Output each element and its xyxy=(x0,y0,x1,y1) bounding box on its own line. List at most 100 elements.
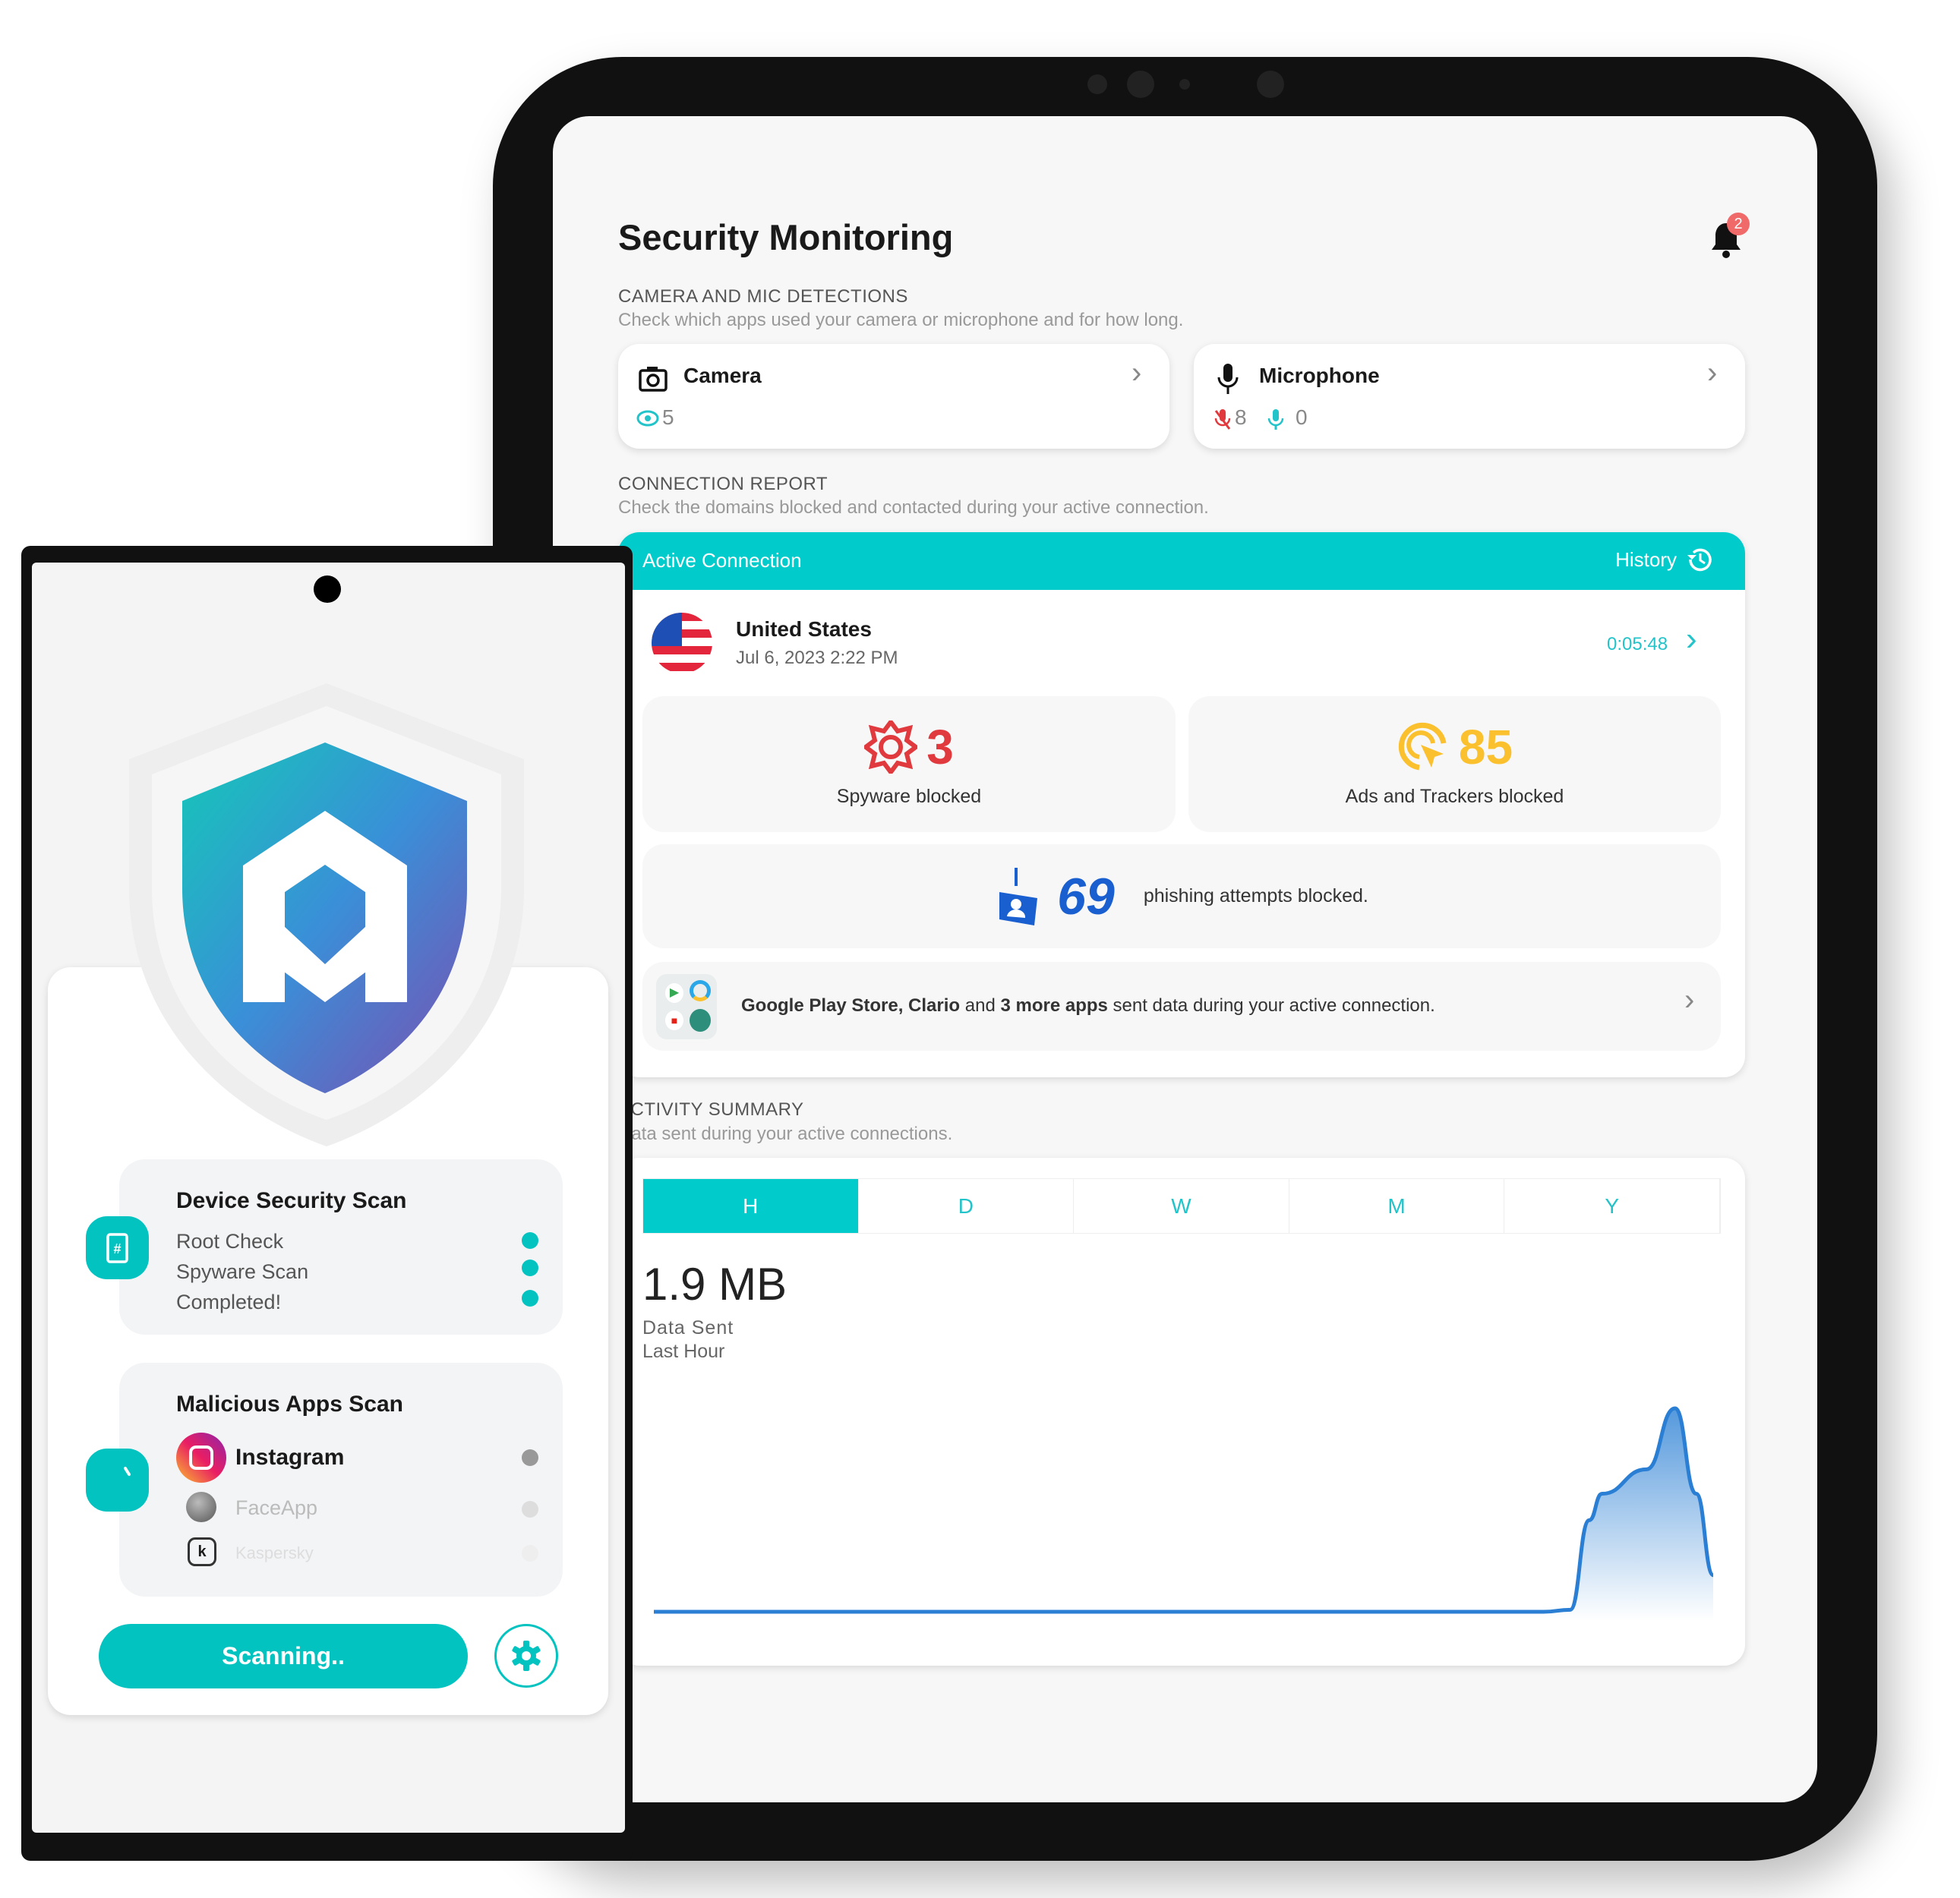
kaspersky-icon: k xyxy=(188,1537,216,1566)
data-sent-value: 1.9 MB xyxy=(642,1259,787,1310)
chevron-right-icon: › xyxy=(1707,356,1718,389)
connection-section-label: CONNECTION REPORT xyxy=(618,474,829,494)
spyware-blocked-tile: 3 Spyware blocked xyxy=(642,696,1176,832)
apps-text-rest: sent data during your active connection. xyxy=(1107,995,1435,1016)
apps-data-text: Google Play Store, Clario and 3 more app… xyxy=(741,995,1435,1017)
malicious-apps-scan-panel: Malicious Apps Scan Instagram FaceApp k … xyxy=(119,1363,563,1597)
mic-active-count: 0 xyxy=(1296,405,1308,429)
activity-section-label: ACTIVITY SUMMARY xyxy=(618,1099,804,1120)
spyware-label: Spyware blocked xyxy=(836,786,982,807)
microphone-icon xyxy=(1217,364,1239,394)
settings-button[interactable] xyxy=(494,1624,558,1688)
connection-country: United States xyxy=(736,617,872,641)
camera-mic-section-label: CAMERA AND MIC DETECTIONS xyxy=(618,286,908,307)
spyware-count: 3 xyxy=(926,720,954,774)
tablet-sensor xyxy=(1087,74,1107,94)
phishing-hook-icon xyxy=(999,867,1038,925)
scan-item-root-check: Root Check xyxy=(176,1230,284,1253)
phishing-blocked-tile: 69 phishing attempts blocked. xyxy=(642,844,1721,948)
play-store-icon: ▶ xyxy=(665,983,683,1003)
tab-h[interactable]: H xyxy=(643,1179,859,1233)
phishing-label: phishing attempts blocked. xyxy=(1143,885,1368,906)
status-dot xyxy=(522,1449,538,1466)
phone-camera xyxy=(314,575,341,603)
apps-names: Google Play Store, Clario xyxy=(741,995,961,1016)
status-dot xyxy=(522,1260,538,1276)
tablet-camera xyxy=(1257,71,1284,98)
chart-line xyxy=(654,1406,1715,1614)
clario-icon xyxy=(690,980,711,1001)
notification-bell-button[interactable]: 2 xyxy=(1707,213,1750,261)
active-connection-header: Active Connection History xyxy=(618,532,1745,590)
android-icon xyxy=(690,1009,711,1032)
device-scan-items: Root Check Spyware Scan Completed! xyxy=(176,1226,308,1317)
notification-badge: 2 xyxy=(1727,213,1750,235)
microphone-card[interactable]: Microphone › 8 0 xyxy=(1194,344,1745,449)
page-title: Security Monitoring xyxy=(618,217,954,257)
device-scan-icon-tile: # xyxy=(86,1216,149,1279)
chevron-right-icon: › xyxy=(1684,983,1695,1017)
chart-area xyxy=(654,1408,1713,1621)
device-scan-title: Device Security Scan xyxy=(176,1188,407,1213)
camera-mic-section-subtitle: Check which apps used your camera or mic… xyxy=(618,310,1184,330)
data-sent-label: Data Sent xyxy=(642,1317,734,1338)
app-instagram: Instagram xyxy=(235,1445,345,1470)
activity-section-subtitle: Data sent during your active connections… xyxy=(618,1124,953,1144)
status-dot xyxy=(522,1501,538,1518)
youtube-icon: ■ xyxy=(665,1010,683,1030)
eye-icon xyxy=(636,410,659,427)
history-label: History xyxy=(1615,547,1677,571)
tab-m[interactable]: M xyxy=(1289,1179,1505,1233)
camera-view-count: 5 xyxy=(662,405,674,429)
status-dot xyxy=(522,1545,538,1562)
malicious-scan-title: Malicious Apps Scan xyxy=(176,1392,403,1417)
tablet-sensor xyxy=(1179,79,1190,90)
data-period-label: Last Hour xyxy=(642,1341,725,1362)
mic-active-icon xyxy=(1267,409,1284,430)
more-apps-link: 3 more apps xyxy=(1000,995,1108,1016)
app-kaspersky: Kaspersky xyxy=(235,1543,314,1562)
connection-details-chevron-icon[interactable]: › xyxy=(1686,620,1697,658)
ads-count: 85 xyxy=(1458,720,1513,774)
malicious-scan-icon-tile xyxy=(86,1449,149,1512)
device-security-scan-panel: Device Security Scan Root Check Spyware … xyxy=(119,1159,563,1335)
connection-duration: 0:05:48 xyxy=(1607,634,1668,654)
shield-logo-icon xyxy=(129,683,524,1146)
gear-icon xyxy=(512,1641,541,1671)
status-dot xyxy=(522,1232,538,1249)
svg-text:#: # xyxy=(113,1241,121,1256)
history-button[interactable]: History xyxy=(1615,544,1715,575)
ads-blocked-tile: 85 Ads and Trackers blocked xyxy=(1188,696,1721,832)
microphone-label: Microphone xyxy=(1259,364,1380,387)
status-dot xyxy=(522,1290,538,1307)
ad-tracker-cursor-icon xyxy=(1398,722,1447,771)
apps-data-row[interactable]: ▶ ■ Google Play Store, Clario and 3 more… xyxy=(642,962,1721,1051)
tab-w[interactable]: W xyxy=(1074,1179,1289,1233)
scanning-button[interactable]: Scanning.. xyxy=(99,1624,468,1688)
mic-muted-icon xyxy=(1214,409,1231,430)
faceapp-icon xyxy=(186,1492,216,1522)
mic-muted-count: 8 xyxy=(1235,405,1247,429)
tab-d[interactable]: D xyxy=(859,1179,1075,1233)
apps-text-and: and xyxy=(960,995,1001,1016)
camera-card[interactable]: Camera › 5 xyxy=(618,344,1169,449)
app-icons-group: ▶ ■ xyxy=(656,974,717,1039)
camera-icon xyxy=(639,367,668,392)
tab-y[interactable]: Y xyxy=(1504,1179,1720,1233)
instagram-icon xyxy=(176,1433,226,1483)
scan-item-spyware: Spyware Scan xyxy=(176,1260,309,1283)
ads-label: Ads and Trackers blocked xyxy=(1345,786,1564,807)
connection-date: Jul 6, 2023 2:22 PM xyxy=(736,648,898,668)
us-flag-icon xyxy=(652,613,712,673)
connection-section-subtitle: Check the domains blocked and contacted … xyxy=(618,497,1209,518)
tablet-camera xyxy=(1127,71,1154,98)
phone-hash-icon: # xyxy=(106,1233,128,1263)
spyware-icon xyxy=(864,720,918,774)
active-connection-label: Active Connection xyxy=(642,549,802,572)
phishing-count: 69 xyxy=(1057,867,1115,925)
history-icon xyxy=(1687,548,1712,572)
camera-label: Camera xyxy=(683,364,762,387)
app-faceapp: FaceApp xyxy=(235,1496,318,1519)
period-tabs: HDWMY xyxy=(642,1178,1721,1234)
loading-spinner-icon xyxy=(124,1467,131,1476)
